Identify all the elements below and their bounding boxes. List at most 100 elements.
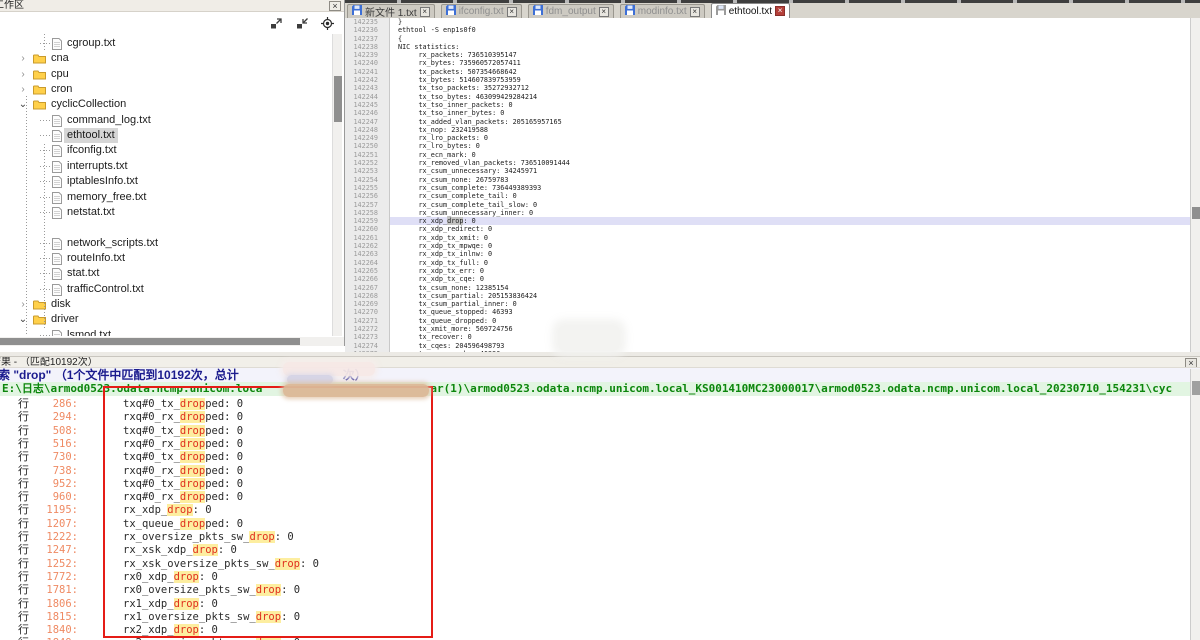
- scrollbar-thumb[interactable]: [1192, 207, 1200, 219]
- match-highlight: drop: [275, 558, 300, 570]
- search-result-row[interactable]: 行 516: rxq#0_rx_dropped: 0: [0, 438, 1200, 451]
- tree-folder-disk[interactable]: ›disk: [0, 297, 330, 312]
- code-line: 142270 tx_queue_stopped: 46393: [345, 308, 1190, 316]
- tree-file-ethtool-txt[interactable]: ethtool.txt: [0, 128, 330, 143]
- search-result-row[interactable]: 行 730: txq#0_tx_dropped: 0: [0, 451, 1200, 464]
- code-line: 142238 NIC statistics:: [345, 43, 1190, 51]
- search-result-row[interactable]: 行 1252: rx_xsk_oversize_pkts_sw_drop: 0: [0, 558, 1200, 571]
- tab-close-icon[interactable]: ×: [775, 6, 785, 16]
- search-result-row[interactable]: 行 1772: rx0_xdp_drop: 0: [0, 571, 1200, 584]
- editor-vertical-scrollbar[interactable]: [1190, 18, 1200, 352]
- search-result-row[interactable]: 行 508: txq#0_tx_dropped: 0: [0, 425, 1200, 438]
- tree-folder-cron[interactable]: › cron: [0, 82, 330, 97]
- match-highlight: drop: [249, 531, 274, 543]
- results-file-path[interactable]: E:\日志\armod0523.odata.ncmp.unicom.locaar…: [0, 382, 1200, 396]
- save-icon: [625, 5, 635, 18]
- search-result-row[interactable]: 行 1806: rx1_xdp_drop: 0: [0, 598, 1200, 611]
- search-result-row[interactable]: 行 1840: rx2_xdp_drop: 0: [0, 624, 1200, 637]
- tab-close-icon[interactable]: ×: [599, 7, 609, 17]
- search-result-row[interactable]: 行 1247: rx_xsk_xdp_drop: 0: [0, 544, 1200, 557]
- result-line-number: 1772:: [28, 571, 78, 584]
- editor-tab[interactable]: ifconfig.txt ×: [441, 4, 522, 18]
- line-text: tx_bytes: 514607839753959: [390, 76, 1190, 84]
- line-number: 142267: [345, 284, 390, 292]
- editor-tab[interactable]: 新文件 1.txt ×: [347, 4, 435, 18]
- editor-tab[interactable]: fdm_output ×: [528, 4, 614, 18]
- tree-file-stat-txt[interactable]: stat.txt: [0, 266, 330, 281]
- tree-item-label: cron: [51, 83, 72, 95]
- line-number: 142253: [345, 167, 390, 175]
- tree-file-lsmod-txt[interactable]: lsmod.txt: [0, 328, 330, 336]
- scrollbar-thumb[interactable]: [1192, 381, 1200, 395]
- tree-file-trafficControl-txt[interactable]: trafficControl.txt: [0, 282, 330, 297]
- result-match-text: rx0_xdp_drop: 0: [123, 571, 218, 584]
- chevron-right-icon[interactable]: ›: [18, 51, 28, 66]
- search-result-row[interactable]: 行 1781: rx0_oversize_pkts_sw_drop: 0: [0, 584, 1200, 597]
- tab-close-icon[interactable]: ×: [690, 7, 700, 17]
- workspace-close-icon[interactable]: ×: [329, 1, 341, 11]
- result-line-number: 1247:: [28, 544, 78, 557]
- expand-all-icon[interactable]: [269, 17, 283, 30]
- results-vertical-scrollbar[interactable]: [1190, 369, 1200, 640]
- tree-folder-cyclicCollection[interactable]: ⌄cyclicCollection: [0, 97, 330, 112]
- tree-file-command_log-txt[interactable]: command_log.txt: [0, 113, 330, 128]
- line-number: 142246: [345, 109, 390, 117]
- line-text: rx_csum_unnecessary_inner: 0: [390, 209, 1190, 217]
- line-text: tx_cqes: 204596498793: [390, 342, 1190, 350]
- search-result-row[interactable]: 行 1195: rx_xdp_drop: 0: [0, 504, 1200, 517]
- search-result-row[interactable]: 行 1222: rx_oversize_pkts_sw_drop: 0: [0, 531, 1200, 544]
- chevron-right-icon[interactable]: ›: [18, 67, 28, 82]
- code-line: 142261 rx_xdp_tx_xmit: 0: [345, 234, 1190, 242]
- tree-file-cgroup-txt[interactable]: cgroup.txt: [0, 36, 330, 51]
- tree-guide-line: [44, 34, 45, 50]
- search-result-row[interactable]: 行 1815: rx1_oversize_pkts_sw_drop: 0: [0, 611, 1200, 624]
- tree-folder-driver[interactable]: ⌄driver: [0, 312, 330, 327]
- search-result-row[interactable]: 行 1207: tx_queue_dropped: 0: [0, 518, 1200, 531]
- code-line: 142241 tx_packets: 507354668642: [345, 68, 1190, 76]
- tree-horizontal-scrollbar[interactable]: [0, 337, 345, 346]
- tree-file-routeInfo-txt[interactable]: routeInfo.txt: [0, 251, 330, 266]
- summary-text: 搜索 "drop" （1个文件中匹配到10192次，总计: [0, 368, 239, 382]
- tree-file-iptablesInfo-txt[interactable]: iptablesInfo.txt: [0, 174, 330, 189]
- line-number: 142258: [345, 209, 390, 217]
- search-result-row[interactable]: 行 286: txq#0_tx_dropped: 0: [0, 398, 1200, 411]
- tree-folder-cna[interactable]: ›cna: [0, 51, 330, 66]
- line-number: 142247: [345, 118, 390, 126]
- code-line: 142237 {: [345, 35, 1190, 43]
- tree-file-interrupts-txt[interactable]: interrupts.txt: [0, 159, 330, 174]
- result-match-text: txq#0_tx_dropped: 0: [123, 478, 243, 491]
- collapse-all-icon[interactable]: [295, 17, 309, 30]
- tree-item-label: driver: [51, 313, 79, 325]
- tree-folder-cpu[interactable]: ›cpu: [0, 67, 330, 82]
- save-icon: [352, 5, 362, 18]
- scrollbar-thumb[interactable]: [334, 76, 342, 122]
- search-results-panel: 结果 - （匹配10192次） × 搜索 "drop" （1个文件中匹配到101…: [0, 356, 1200, 640]
- editor-tab[interactable]: ethtool.txt ×: [711, 3, 790, 18]
- result-match-text: rx1_oversize_pkts_sw_drop: 0: [123, 611, 300, 624]
- editor-tab[interactable]: modinfo.txt ×: [620, 4, 705, 18]
- chevron-right-icon[interactable]: ›: [18, 82, 28, 97]
- line-number: 142259: [345, 217, 390, 225]
- tree-file-network_scripts-txt[interactable]: network_scripts.txt: [0, 236, 330, 251]
- line-text: tx_tso_inner_bytes: 0: [390, 109, 1190, 117]
- tab-close-icon[interactable]: ×: [420, 7, 430, 17]
- scrollbar-thumb[interactable]: [0, 338, 300, 345]
- line-text: rx_csum_none: 26759783: [390, 176, 1190, 184]
- tree-vertical-scrollbar[interactable]: [332, 34, 342, 336]
- search-result-row[interactable]: 行 960: rxq#0_rx_dropped: 0: [0, 491, 1200, 504]
- line-text: rx_xdp_tx_mpwqe: 0: [390, 242, 1190, 250]
- tree-file-memory_free-txt[interactable]: memory_free.txt: [0, 190, 330, 205]
- search-result-row[interactable]: 行 738: rxq#0_rx_dropped: 0: [0, 465, 1200, 478]
- search-result-row[interactable]: 行 294: rxq#0_rx_dropped: 0: [0, 411, 1200, 424]
- line-text: tx_xmit_more: 569724756: [390, 325, 1190, 333]
- tab-label: fdm_output: [546, 6, 596, 17]
- tree-connector: [40, 335, 50, 336]
- tree-file-ifconfig-txt[interactable]: ifconfig.txt: [0, 143, 330, 158]
- line-text: tx_packets: 507354668642: [390, 68, 1190, 76]
- tab-close-icon[interactable]: ×: [507, 7, 517, 17]
- line-text: rx_removed_vlan_packets: 736510091444: [390, 159, 1190, 167]
- search-result-row[interactable]: 行 952: txq#0_tx_dropped: 0: [0, 478, 1200, 491]
- results-close-icon[interactable]: ×: [1185, 358, 1197, 368]
- locate-file-icon[interactable]: [321, 17, 334, 30]
- code-editor[interactable]: 142235 } 142236 ethtool -S enp1s0f0 1422…: [345, 18, 1190, 352]
